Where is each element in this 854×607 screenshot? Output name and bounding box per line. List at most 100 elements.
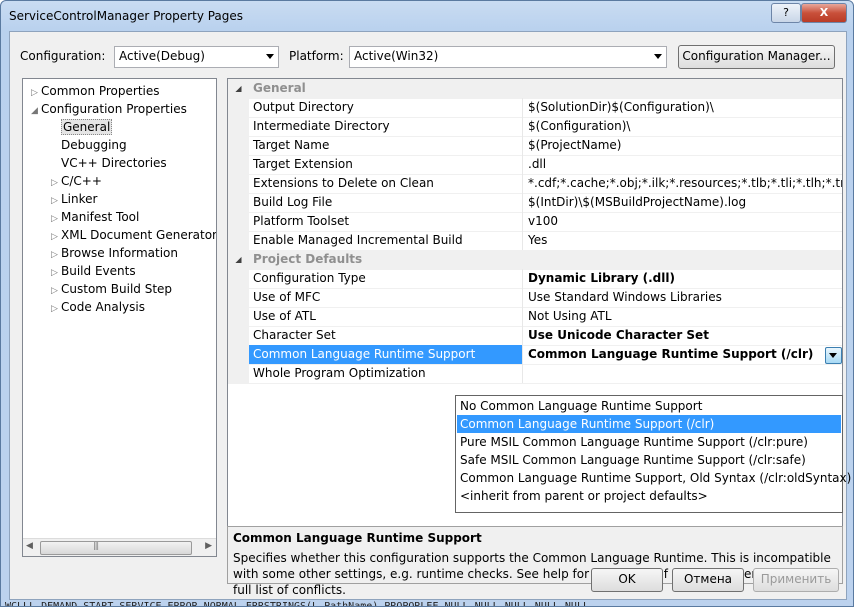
grid-property-row[interactable]: Use of MFC Use Standard Windows Libraries	[228, 288, 842, 308]
grid-property-row[interactable]: Target Extension .dll	[228, 155, 842, 175]
property-name: Use of MFC	[249, 288, 523, 307]
grid-property-row[interactable]: Output Directory $(SolutionDir)$(Configur…	[228, 98, 842, 118]
property-name: Extensions to Delete on Clean	[249, 174, 523, 193]
configuration-manager-button[interactable]: Configuration Manager...	[678, 45, 835, 69]
property-value[interactable]: $(ProjectName)	[523, 136, 842, 155]
tree-item[interactable]: ▷ C/C++	[51, 173, 102, 190]
row-gutter	[228, 231, 249, 250]
property-value[interactable]: $(Configuration)\	[523, 117, 842, 136]
tree-item[interactable]: ▷ Build Events	[51, 263, 136, 280]
clr-support-dropdown-list[interactable]: No Common Language Runtime Support Common…	[455, 395, 851, 513]
property-value[interactable]: $(SolutionDir)$(Configuration)\	[523, 98, 842, 117]
expand-arrow-icon[interactable]: ▷	[51, 175, 61, 192]
property-value[interactable]: Yes	[523, 231, 842, 250]
tree-item-label: Common Properties	[41, 84, 160, 98]
row-gutter	[228, 155, 249, 174]
tree-item[interactable]: ▷ Code Analysis	[51, 299, 145, 316]
expand-arrow-icon[interactable]: ▷	[51, 283, 61, 300]
configuration-label: Configuration:	[20, 49, 106, 63]
property-name: Target Extension	[249, 155, 523, 174]
title-bar[interactable]: ServiceControlManager Property Pages ? X	[1, 1, 853, 33]
property-value[interactable]: Use Standard Windows Libraries	[523, 288, 842, 307]
grid-property-row[interactable]: Common Language Runtime Support Common La…	[228, 345, 842, 365]
tree-item-label: VC++ Directories	[61, 156, 167, 170]
tree-item[interactable]: ▷ Linker	[51, 191, 97, 208]
tree-item[interactable]: ▷ Common Properties	[31, 83, 160, 100]
dropdown-button[interactable]	[825, 347, 842, 364]
row-gutter	[228, 117, 249, 136]
dropdown-option[interactable]: Pure MSIL Common Language Runtime Suppor…	[457, 433, 841, 451]
property-value[interactable]: Common Language Runtime Support (/clr)	[523, 345, 842, 364]
expand-arrow-icon[interactable]: ▷	[51, 247, 61, 264]
grid-category-row[interactable]: ◢ General	[228, 79, 842, 99]
dropdown-option[interactable]: Common Language Runtime Support (/clr)	[457, 415, 841, 433]
collapse-triangle-icon[interactable]: ◢	[228, 79, 249, 98]
grid-property-row[interactable]: Platform Toolset v100	[228, 212, 842, 232]
expand-arrow-icon[interactable]: ▷	[51, 301, 61, 318]
property-value[interactable]: .dll	[523, 155, 842, 174]
grid-property-row[interactable]: Build Log File $(IntDir)\$(MSBuildProject…	[228, 193, 842, 213]
expand-arrow-icon[interactable]: ▷	[51, 211, 61, 228]
scroll-thumb[interactable]	[40, 541, 192, 555]
grid-property-row[interactable]: Extensions to Delete on Clean *.cdf;*.cac…	[228, 174, 842, 194]
dropdown-option[interactable]: No Common Language Runtime Support	[457, 397, 841, 415]
tree-item[interactable]: VC++ Directories	[51, 155, 167, 172]
description-title: Common Language Runtime Support	[233, 531, 482, 545]
row-gutter	[228, 345, 249, 364]
property-value[interactable]	[523, 364, 842, 383]
grid-property-row[interactable]: Enable Managed Incremental Build Yes	[228, 231, 842, 251]
property-value[interactable]: $(IntDir)\$(MSBuildProjectName).log	[523, 193, 842, 212]
ok-button[interactable]: OK	[591, 568, 663, 592]
row-gutter	[228, 364, 249, 383]
apply-button[interactable]: Применить	[753, 568, 839, 592]
property-value[interactable]: v100	[523, 212, 842, 231]
expand-arrow-icon[interactable]: ▷	[51, 265, 61, 282]
property-value[interactable]: *.cdf;*.cache;*.obj;*.ilk;*.resources;*.…	[523, 174, 842, 193]
property-name: General	[253, 81, 306, 95]
dropdown-option[interactable]: Common Language Runtime Support, Old Syn…	[457, 469, 851, 487]
tree-item-label: Custom Build Step	[61, 282, 173, 296]
property-tree[interactable]: ▷ Common Properties ◢ Configuration Propert…	[22, 78, 217, 557]
grid-property-row[interactable]: Target Name $(ProjectName)	[228, 136, 842, 156]
grid-property-row[interactable]: Character Set Use Unicode Character Set	[228, 326, 842, 346]
property-name: Build Log File	[249, 193, 523, 212]
row-gutter	[228, 326, 249, 345]
help-button[interactable]: ?	[771, 3, 801, 23]
grid-property-row[interactable]: Configuration Type Dynamic Library (.dll)	[228, 269, 842, 289]
tree-item[interactable]: ◢ Configuration Properties	[31, 101, 187, 118]
platform-select[interactable]: Active(Win32)	[349, 46, 667, 68]
tree-item-label: Configuration Properties	[41, 102, 187, 116]
property-name: Whole Program Optimization	[249, 364, 523, 383]
property-value[interactable]: Use Unicode Character Set	[523, 326, 842, 345]
scroll-right-icon[interactable]: ▶	[205, 541, 212, 551]
tree-item[interactable]: ▷ Manifest Tool	[51, 209, 139, 226]
grid-property-row[interactable]: Whole Program Optimization	[228, 364, 842, 384]
configuration-select[interactable]: Active(Debug)	[114, 46, 279, 68]
dropdown-option[interactable]: Safe MSIL Common Language Runtime Suppor…	[457, 451, 841, 469]
scroll-left-icon[interactable]: ◀	[26, 541, 33, 551]
close-button[interactable]: X	[801, 3, 847, 23]
tree-item[interactable]: ▷ XML Document Generator	[51, 227, 216, 246]
property-value[interactable]: Dynamic Library (.dll)	[523, 269, 842, 288]
property-name: Intermediate Directory	[249, 117, 523, 136]
tree-item[interactable]: ▷ Browse Information	[51, 245, 178, 262]
grid-property-row[interactable]: Use of ATL Not Using ATL	[228, 307, 842, 327]
expand-arrow-icon[interactable]: ▷	[31, 85, 41, 102]
expand-arrow-icon[interactable]: ▷	[51, 229, 61, 246]
grid-category-row[interactable]: ◢ Project Defaults	[228, 250, 842, 270]
tree-item[interactable]: Debugging	[51, 137, 127, 154]
property-name: Character Set	[249, 326, 523, 345]
collapse-triangle-icon[interactable]: ◢	[228, 250, 249, 269]
expand-arrow-icon[interactable]: ▷	[51, 193, 61, 210]
chevron-down-icon	[654, 54, 662, 59]
collapse-arrow-icon[interactable]: ◢	[31, 103, 41, 120]
row-gutter	[228, 193, 249, 212]
grid-property-row[interactable]: Intermediate Directory $(Configuration)\	[228, 117, 842, 137]
row-gutter	[228, 136, 249, 155]
tree-item[interactable]: General	[51, 119, 113, 136]
dropdown-option[interactable]: <inherit from parent or project defaults…	[457, 487, 841, 505]
tree-horizontal-scrollbar[interactable]: ◀ ||| ▶	[23, 538, 216, 556]
cancel-button[interactable]: Отмена	[672, 568, 744, 592]
property-value[interactable]: Not Using ATL	[523, 307, 842, 326]
tree-item[interactable]: ▷ Custom Build Step	[51, 281, 172, 298]
